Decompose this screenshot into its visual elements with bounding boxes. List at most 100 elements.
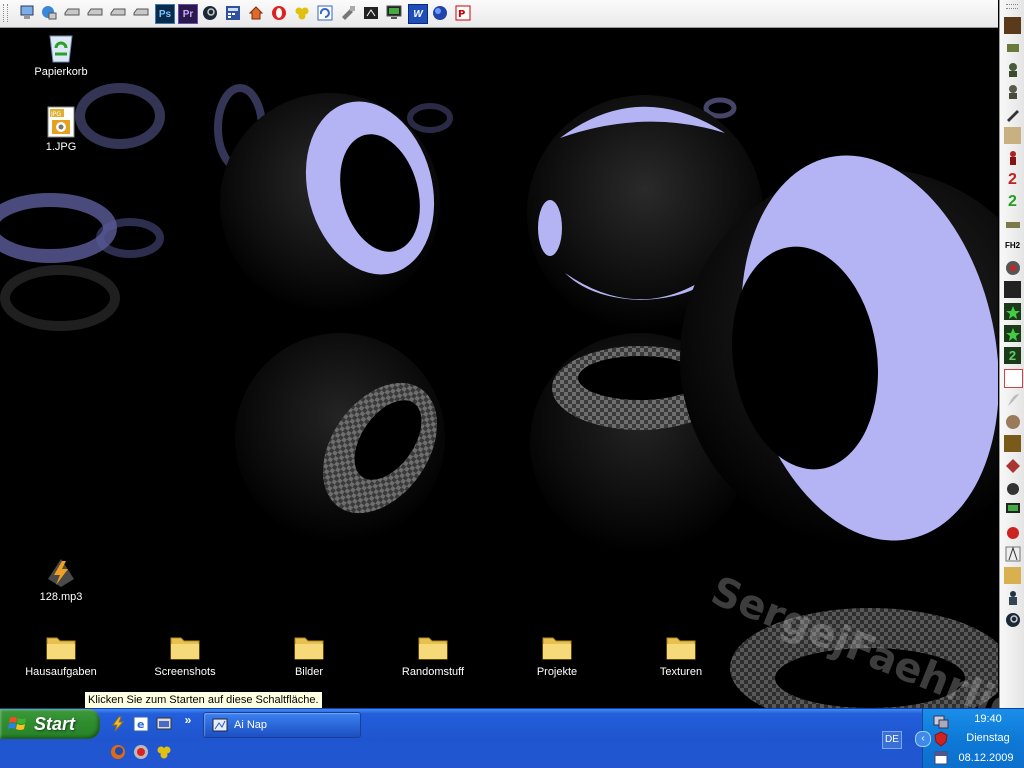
- glove-icon[interactable]: [1004, 523, 1021, 540]
- circle-game-icon[interactable]: [1004, 259, 1021, 276]
- biohazard-icon[interactable]: [156, 744, 172, 760]
- language-indicator[interactable]: DE: [882, 731, 902, 749]
- quicklaunch-more-chevron[interactable]: »: [180, 712, 196, 728]
- windows-logo-icon: [8, 715, 28, 733]
- desktop-icon-label: Hausaufgaben: [25, 666, 97, 678]
- desktop-icon-1-jpg[interactable]: JPG 1.JPG: [16, 105, 106, 153]
- calculator-icon[interactable]: [224, 4, 242, 22]
- premiere-icon[interactable]: Pr: [178, 4, 198, 24]
- tool-icon[interactable]: [339, 4, 357, 22]
- bomb-icon[interactable]: [1004, 479, 1021, 496]
- game-icon[interactable]: [1004, 369, 1023, 388]
- svg-text:P: P: [458, 9, 465, 20]
- desktop-icon-128-mp3[interactable]: 128.mp3: [16, 555, 106, 603]
- tray-calendar-icon[interactable]: [933, 750, 949, 766]
- game-icon[interactable]: [1004, 17, 1021, 34]
- clock-time[interactable]: 19:40: [953, 713, 1023, 725]
- taskbar: Start e » Ai Nap DE ‹ 19:40 Dienstag 08.…: [0, 708, 1024, 768]
- folder-icon: [44, 630, 78, 664]
- game-icon[interactable]: [1004, 39, 1021, 56]
- counter-strike-icon[interactable]: [1004, 545, 1021, 562]
- svg-text:e: e: [137, 718, 144, 731]
- game-icon[interactable]: [1004, 281, 1021, 298]
- desktop-icon-label: Projekte: [536, 666, 578, 678]
- start-label: Start: [34, 713, 76, 734]
- drive-icon[interactable]: [109, 4, 127, 22]
- tray-expand-chevron-icon[interactable]: ‹: [915, 731, 931, 747]
- orb-icon[interactable]: [431, 4, 449, 22]
- feather-icon[interactable]: [1004, 391, 1021, 408]
- recycle-bin-icon: [44, 30, 78, 64]
- drive-icon[interactable]: [63, 4, 81, 22]
- star-game-icon[interactable]: [1004, 303, 1021, 320]
- opera-icon[interactable]: [270, 4, 288, 22]
- desktop-icon-label: 128.mp3: [39, 591, 83, 603]
- screen-icon[interactable]: [1004, 501, 1021, 518]
- desktop-icon-projekte[interactable]: Projekte: [512, 630, 602, 678]
- face-icon[interactable]: [1004, 413, 1021, 430]
- show-desktop-icon[interactable]: [156, 716, 172, 732]
- folder-icon: [540, 630, 574, 664]
- screen-icon[interactable]: [385, 4, 403, 22]
- game-icon[interactable]: [1004, 435, 1021, 452]
- desktop-icon-hausaufgaben[interactable]: Hausaufgaben: [16, 630, 106, 678]
- internet-explorer-icon[interactable]: e: [133, 716, 149, 732]
- desktop-icon-label: Papierkorb: [34, 66, 88, 78]
- winamp-mp3-icon: [44, 555, 78, 589]
- game-icon[interactable]: [1004, 127, 1021, 144]
- desktop-icon-label: 1.JPG: [45, 141, 77, 153]
- app-window-icon: [212, 717, 228, 733]
- game-icon[interactable]: [1004, 567, 1021, 584]
- media-icon[interactable]: [362, 4, 380, 22]
- drive-icon[interactable]: [132, 4, 150, 22]
- game-two-box-icon[interactable]: 2: [1004, 347, 1021, 364]
- lightning-icon[interactable]: [110, 716, 126, 732]
- soldier-icon[interactable]: [1004, 83, 1021, 100]
- star-game-icon[interactable]: [1004, 325, 1021, 342]
- tray-shield-icon[interactable]: [933, 731, 949, 747]
- figure-icon[interactable]: [1004, 149, 1021, 166]
- folder-icon: [292, 630, 326, 664]
- fh2-icon[interactable]: FH2: [1004, 237, 1021, 254]
- game-two-green-icon[interactable]: 2: [1004, 193, 1021, 210]
- opera-icon[interactable]: [133, 744, 149, 760]
- word-icon[interactable]: W: [408, 4, 428, 24]
- folder-icon: [664, 630, 698, 664]
- computer-icon[interactable]: [18, 4, 36, 22]
- desktop-icon-label: Texturen: [659, 666, 703, 678]
- figure-icon[interactable]: [1004, 589, 1021, 606]
- network-icon[interactable]: [40, 4, 58, 22]
- steam-icon[interactable]: [201, 4, 219, 22]
- taskbar-button-ai-nap[interactable]: Ai Nap: [203, 712, 361, 738]
- desktop-icon-randomstuff[interactable]: Randomstuff: [388, 630, 478, 678]
- game-two-red-icon[interactable]: 2: [1004, 171, 1021, 188]
- start-tooltip: Klicken Sie zum Starten auf diese Schalt…: [84, 691, 323, 709]
- desktop-icon-bilder[interactable]: Bilder: [264, 630, 354, 678]
- start-button[interactable]: Start: [0, 709, 100, 739]
- wallpaper-spheres: [0, 83, 1024, 728]
- steam-icon[interactable]: [1004, 611, 1021, 628]
- desktop: SergejFaehrlich Ps Pr W P 2 2 FH2 2 Papi…: [0, 0, 1024, 768]
- desktop-icon-label: Randomstuff: [401, 666, 465, 678]
- jpg-file-icon: JPG: [44, 105, 78, 139]
- clock-day: Dienstag: [966, 732, 1010, 744]
- pdf-icon[interactable]: P: [454, 4, 472, 22]
- firefox-icon[interactable]: [110, 744, 126, 760]
- soldier-icon[interactable]: [1004, 61, 1021, 78]
- home-icon[interactable]: [247, 4, 265, 22]
- photoshop-icon[interactable]: Ps: [155, 4, 175, 24]
- emblem-icon[interactable]: [1004, 457, 1021, 474]
- drive-icon[interactable]: [86, 4, 104, 22]
- biohazard-icon[interactable]: [293, 4, 311, 22]
- pen-icon[interactable]: [1004, 105, 1021, 122]
- desktop-icon-texturen[interactable]: Texturen: [636, 630, 726, 678]
- folder-icon: [168, 630, 202, 664]
- desktop-icon-label: Bilder: [294, 666, 324, 678]
- desktop-icon-papierkorb[interactable]: Papierkorb: [16, 30, 106, 78]
- toolbar-grip[interactable]: [3, 4, 8, 22]
- vehicle-icon[interactable]: [1004, 215, 1021, 232]
- toolbar-grip[interactable]: [1006, 4, 1018, 9]
- refresh-icon[interactable]: [316, 4, 334, 22]
- desktop-icon-screenshots[interactable]: Screenshots: [140, 630, 230, 678]
- tray-app-icon[interactable]: [933, 713, 949, 729]
